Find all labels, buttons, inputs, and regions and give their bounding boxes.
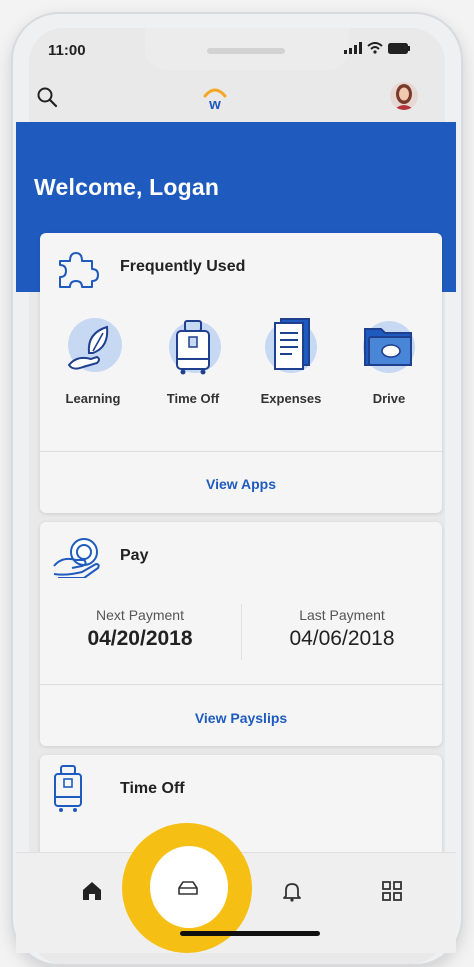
inbox-icon[interactable] bbox=[177, 880, 199, 896]
next-payment-date: 04/20/2018 bbox=[87, 627, 193, 650]
next-payment-label: Next Payment bbox=[96, 607, 184, 623]
view-payslips-link[interactable]: View Payslips bbox=[40, 710, 442, 726]
luggage-icon bbox=[54, 765, 82, 812]
app-label-time-off: Time Off bbox=[166, 391, 220, 406]
luggage-icon bbox=[163, 317, 223, 377]
profile-photo-icon bbox=[394, 84, 414, 110]
status-time: 11:00 bbox=[48, 42, 86, 59]
app-label-expenses: Expenses bbox=[260, 391, 322, 406]
app-tile-learning[interactable]: Learning bbox=[48, 317, 138, 406]
welcome-heading: Welcome, Logan bbox=[34, 174, 220, 200]
leaf-hand-icon bbox=[63, 317, 123, 377]
workday-logo-icon: w bbox=[203, 88, 227, 112]
folder-cloud-icon bbox=[359, 317, 419, 377]
last-payment: Last Payment 04/06/2018 bbox=[252, 607, 432, 651]
home-icon[interactable] bbox=[80, 879, 104, 903]
view-apps-link[interactable]: View Apps bbox=[40, 476, 442, 492]
avatar[interactable] bbox=[390, 82, 418, 110]
svg-text:w: w bbox=[208, 96, 221, 112]
status-icons bbox=[344, 42, 410, 54]
search-icon[interactable] bbox=[36, 86, 58, 108]
pay-divider bbox=[241, 604, 242, 660]
time-off-title: Time Off bbox=[120, 780, 185, 797]
frequently-used-title: Frequently Used bbox=[120, 258, 246, 275]
bell-icon[interactable] bbox=[280, 879, 304, 903]
home-indicator bbox=[180, 931, 320, 936]
hand-coin-icon bbox=[53, 538, 100, 578]
puzzle-icon bbox=[59, 252, 99, 288]
time-off-card[interactable]: Time Off bbox=[40, 755, 442, 865]
app-tile-time-off[interactable]: Time Off bbox=[148, 317, 238, 406]
wifi-icon bbox=[367, 42, 383, 54]
last-payment-label: Last Payment bbox=[299, 607, 385, 623]
app-label-drive: Drive bbox=[372, 391, 406, 406]
apps-grid-icon[interactable] bbox=[380, 879, 404, 903]
app-tile-drive[interactable]: Drive bbox=[344, 317, 434, 406]
card-divider bbox=[40, 451, 442, 452]
receipt-icon bbox=[261, 317, 321, 377]
last-payment-date: 04/06/2018 bbox=[289, 627, 395, 650]
signal-icon bbox=[344, 42, 362, 54]
app-tile-expenses[interactable]: Expenses bbox=[246, 317, 336, 406]
next-payment: Next Payment 04/20/2018 bbox=[50, 607, 230, 651]
app-label-learning: Learning bbox=[65, 391, 121, 406]
card-divider bbox=[40, 684, 442, 685]
frequently-used-card: Frequently Used Learning Time Off Expens… bbox=[40, 233, 442, 513]
pay-title: Pay bbox=[120, 547, 149, 564]
pay-card: Pay Next Payment 04/20/2018 Last Payment… bbox=[40, 522, 442, 746]
notch bbox=[145, 28, 349, 70]
battery-icon bbox=[388, 42, 410, 54]
